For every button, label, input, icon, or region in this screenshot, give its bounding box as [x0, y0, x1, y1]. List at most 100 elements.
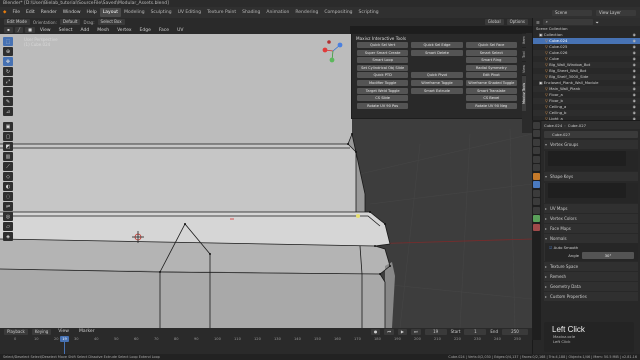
menu-edit[interactable]: Edit	[23, 10, 38, 15]
sidebar-tab-tool[interactable]: Tool	[522, 47, 526, 61]
extrude-icon[interactable]: ▣	[3, 122, 13, 131]
physics-tab-icon[interactable]	[533, 198, 540, 205]
mode-selector[interactable]: Edit Mode	[4, 19, 30, 25]
polybuild-icon[interactable]: ◇	[3, 172, 13, 181]
world-tab-icon[interactable]	[533, 164, 540, 171]
drag-dropdown[interactable]: Select Box	[97, 19, 125, 25]
view-layer-selector[interactable]: View Layer	[596, 9, 636, 16]
panel-button-set-cylindrical-obj-slide[interactable]: Set Cylindrical Obj Slide	[357, 64, 409, 71]
sidebar-tab-item[interactable]: Item	[522, 33, 526, 47]
workspace-tab-compositing[interactable]: Compositing	[321, 8, 355, 17]
particles-tab-icon[interactable]	[533, 189, 540, 197]
material-tab-icon[interactable]	[533, 223, 540, 231]
loopcut-icon[interactable]: ▥	[3, 152, 13, 161]
gizmo-z-icon[interactable]	[337, 42, 343, 48]
menu-render[interactable]: Render	[38, 10, 60, 15]
transform-orientation-dropdown[interactable]: Global	[484, 19, 504, 25]
move-icon[interactable]: ✥	[3, 57, 13, 66]
panel-button-cs-slide[interactable]: CS Slide	[357, 95, 409, 102]
cursor-icon[interactable]: ⊕	[3, 47, 13, 56]
rip-icon[interactable]: ◈	[3, 232, 13, 241]
gizmo-y-icon[interactable]	[329, 57, 335, 63]
render-tab-icon[interactable]	[533, 130, 540, 137]
panel-button-smart-translate[interactable]: Smart Translate	[465, 87, 517, 94]
scene-tab-icon[interactable]	[533, 155, 540, 163]
tool-tab-icon[interactable]	[533, 121, 540, 129]
measure-icon[interactable]: ⊿	[3, 107, 13, 116]
empty-list-box[interactable]	[548, 151, 626, 166]
edge-select-mode-icon[interactable]: ╱	[14, 27, 24, 33]
mesh-data-tab-icon[interactable]	[533, 215, 540, 222]
face-select-mode-icon[interactable]: ■	[25, 27, 35, 33]
panel-button-smart-delete[interactable]: Smart Delete	[411, 49, 463, 56]
annotate-icon[interactable]: ✎	[3, 97, 13, 106]
inset-icon[interactable]: ▢	[3, 132, 13, 141]
outliner-search-icon[interactable]: ⌕	[542, 19, 593, 25]
panel-geometry-data[interactable]: Geometry Data	[544, 282, 638, 291]
scene-selector[interactable]: Scene	[552, 9, 592, 16]
navigation-gizmo[interactable]	[318, 36, 348, 66]
workspace-tab-modeling[interactable]: Modeling	[121, 8, 147, 17]
play-icon[interactable]: ▶	[397, 328, 407, 335]
angle-field[interactable]: 30°	[582, 252, 634, 259]
panel-button-wireframe-shaded-toggle[interactable]: Wireframe Shaded Toggle	[465, 79, 517, 86]
edge-slide-icon[interactable]: ⇌	[3, 202, 13, 211]
bevel-icon[interactable]: ◩	[3, 142, 13, 151]
menu-file[interactable]: File	[9, 10, 23, 15]
menu-view[interactable]: View	[37, 28, 54, 33]
menu-uv[interactable]: UV	[174, 28, 186, 33]
panel-button-wireframe-toggle[interactable]: Wireframe Toggle	[411, 79, 463, 86]
panel-button-quick-sel-edge[interactable]: Quick Sel Edge	[411, 42, 463, 48]
modifier-tab-icon[interactable]	[533, 181, 540, 188]
workspace-tab-sculpting[interactable]: Sculpting	[148, 8, 175, 17]
panel-button-radial-symmetry[interactable]: Radial Symmetry	[465, 64, 517, 71]
panel-button-super-smart-create[interactable]: Super Smart Create	[357, 49, 409, 56]
workspace-tab-animation[interactable]: Animation	[263, 8, 292, 17]
vertex-select-mode-icon[interactable]: ▪	[4, 27, 13, 33]
workspace-tab-layout[interactable]: Layout	[99, 8, 122, 17]
timeline-ruler[interactable]: 0 10 20 30 40 50 60 70 80 90 100 110 120 130 140 150 160…	[0, 337, 532, 344]
smooth-icon[interactable]: ◌	[3, 192, 13, 201]
blender-logo-icon[interactable]: ◆	[0, 10, 9, 15]
timeline-menu-view[interactable]: View	[55, 329, 72, 334]
panel-button-quick-ptd[interactable]: Quick PTD	[357, 72, 409, 79]
transform-icon[interactable]: ⌖	[3, 87, 13, 96]
record-icon[interactable]: ●	[370, 328, 381, 335]
workspace-tab-uv-editing[interactable]: UV Editing	[175, 8, 204, 17]
timeline-menu-marker[interactable]: Marker	[76, 329, 98, 334]
menu-edge[interactable]: Edge	[137, 28, 154, 33]
panel-button-rotate-uv-90-neg[interactable]: Rotate UV 90 Neg	[465, 102, 517, 109]
menu-add[interactable]: Add	[78, 28, 93, 33]
panel-button-smart-loop[interactable]: Smart Loop	[357, 57, 409, 64]
workspace-tab-texture-paint[interactable]: Texture Paint	[204, 8, 239, 17]
workspace-tab-shading[interactable]: Shading	[239, 8, 263, 17]
panel-shape-keys[interactable]: Shape Keys	[544, 172, 638, 181]
options-dropdown[interactable]: Options	[506, 19, 528, 25]
timeline-menu-playback[interactable]: Playback	[4, 328, 28, 335]
panel-button-target-weld-toggle[interactable]: Target Weld Toggle	[357, 87, 409, 94]
panel-texture-space[interactable]: Texture Space	[544, 262, 638, 271]
panel-button-smart-ring[interactable]: Smart Ring	[465, 57, 517, 64]
mesh-data-name-field[interactable]: Cube.027	[544, 131, 638, 138]
select-box-icon[interactable]: ⬚	[3, 37, 13, 46]
panel-button-smart-extrude[interactable]: Smart Extrude	[411, 87, 463, 94]
empty-list-box[interactable]	[548, 183, 626, 198]
menu-window[interactable]: Window	[60, 10, 84, 15]
menu-select[interactable]: Select	[56, 28, 76, 33]
output-tab-icon[interactable]	[533, 138, 540, 146]
knife-icon[interactable]: ⟋	[3, 162, 13, 171]
menu-mesh[interactable]: Mesh	[94, 28, 112, 33]
panel-custom-properties[interactable]: Custom Properties	[544, 292, 638, 301]
panel-button-cs-bevel[interactable]: CS Bevel	[465, 95, 517, 102]
scale-icon[interactable]: ⤢	[3, 77, 13, 86]
jump-end-icon[interactable]: ⏭	[411, 328, 421, 335]
menu-vertex[interactable]: Vertex	[114, 28, 134, 33]
menu-face[interactable]: Face	[156, 28, 172, 33]
panel-normals[interactable]: Normals	[544, 234, 638, 243]
start-frame-field[interactable]: 1	[464, 328, 487, 335]
workspace-tab-rendering[interactable]: Rendering	[292, 8, 321, 17]
panel-remesh[interactable]: Remesh	[544, 272, 638, 281]
outliner[interactable]: ☰ ⌕ ⏷ Scene Collection ▣ Collection ◉ ▽ Cu…	[532, 18, 640, 121]
menu-help[interactable]: Help	[84, 10, 100, 15]
current-frame-field[interactable]: 19	[424, 328, 447, 335]
